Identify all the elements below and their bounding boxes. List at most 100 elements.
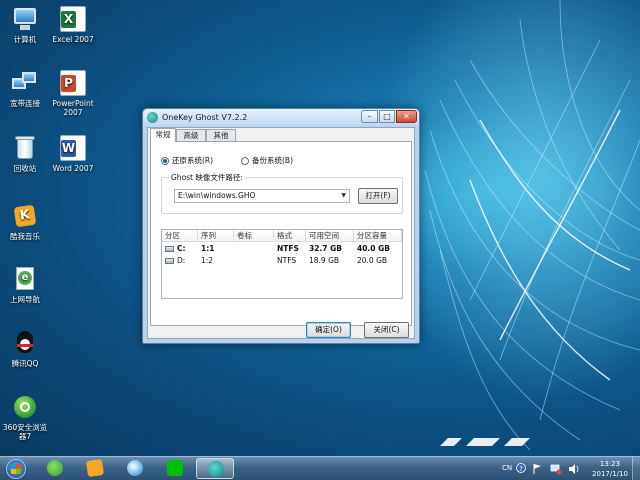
title-bar[interactable]: OneKey Ghost V7.2.2 – □ ✕ (143, 109, 419, 127)
drive-letter: D: (177, 256, 186, 265)
qq-penguin-icon (12, 330, 38, 356)
taskbar-browser[interactable] (116, 458, 154, 479)
taskbar-iqiyi[interactable] (156, 458, 194, 479)
hard-drive-icon (165, 246, 174, 252)
desktop-icon-label: Word 2007 (52, 164, 94, 173)
backup-label: 备份系统(B) (252, 156, 293, 165)
ghost-image-group-label: Ghost 映像文件路径: (169, 172, 245, 183)
sequence-cell: 1:1 (201, 244, 215, 253)
web-navigation-icon: e (12, 266, 38, 292)
powerpoint-icon: P (60, 70, 86, 96)
desktop-icon-web-nav[interactable]: e 上网导航 (1, 266, 49, 304)
clock-time: 13:23 (599, 460, 621, 468)
360-browser-icon (47, 460, 63, 476)
maximize-button[interactable]: □ (379, 110, 395, 123)
flag-notification-icon[interactable] (532, 463, 542, 480)
dropdown-arrow-icon[interactable]: ▼ (341, 190, 346, 202)
free-space-cell: 32.7 GB (309, 244, 342, 253)
backup-radio[interactable] (241, 156, 249, 165)
desktop-icon-powerpoint[interactable]: P PowerPoint 2007 (49, 70, 97, 117)
restore-radio[interactable] (161, 156, 169, 165)
desktop-icon-label: 360安全浏览器7 (2, 423, 48, 441)
desktop-icon-kuwo[interactable]: K 酷我音乐 (1, 203, 49, 241)
desktop-icon-recycle-bin[interactable]: 回收站 (1, 135, 49, 173)
desktop-icon-label: PowerPoint 2007 (52, 99, 94, 117)
table-row[interactable]: D: 1:2 NTFS 18.9 GB 20.0 GB (162, 255, 402, 267)
image-path-value: E:\win\windows.GHO (178, 191, 256, 200)
desktop-icon-label: 回收站 (13, 164, 37, 173)
taskbar: CN ? 13:23 2017/1/10 (0, 456, 640, 480)
taskbar-360-browser[interactable] (36, 458, 74, 479)
capacity-cell: 40.0 GB (357, 244, 390, 253)
ghost-app-icon (147, 112, 158, 123)
desktop-icon-broadband[interactable]: 宽带连接 (1, 70, 49, 108)
network-icon (12, 70, 38, 96)
system-clock[interactable]: 13:23 2017/1/10 (592, 459, 628, 479)
desktop-icon-label: Excel 2007 (52, 35, 94, 44)
recycle-bin-icon (12, 135, 38, 161)
computer-icon (12, 6, 38, 32)
iqiyi-icon (167, 460, 183, 476)
desktop-icon-word[interactable]: W Word 2007 (49, 135, 97, 173)
column-header[interactable]: 分区 (162, 230, 198, 242)
clock-date: 2017/1/10 (592, 470, 628, 478)
desktop-icon-label: 腾讯QQ (11, 359, 39, 368)
volume-label-cell (234, 243, 274, 255)
partition-table: 分区 序列 卷标 格式 可用空间 分区容量 C: 1:1 NTFS 32.7 G… (161, 229, 403, 299)
open-button[interactable]: 打开(F) (358, 188, 398, 204)
desktop-icon-360-browser[interactable]: 360安全浏览器7 (1, 394, 49, 441)
desktop-icon-label: 上网导航 (10, 295, 40, 304)
window-client: 常规 高级 其他 还原系统(R) 备份系统(B) Ghost 映像文件路径: E… (147, 127, 415, 339)
desktop-icon-label: 宽带连接 (10, 99, 40, 108)
desktop-icon-excel[interactable]: X Excel 2007 (49, 6, 97, 44)
close-button[interactable]: ✕ (396, 110, 417, 123)
desktop: 计算机 X Excel 2007 宽带连接 P PowerPoint 2007 … (0, 0, 640, 456)
360-browser-icon (12, 394, 38, 420)
svg-text:?: ? (519, 465, 523, 473)
minimize-button[interactable]: – (361, 110, 378, 123)
desktop-icon-computer[interactable]: 计算机 (1, 6, 49, 44)
word-icon: W (60, 135, 86, 161)
ghost-image-group: Ghost 映像文件路径: E:\win\windows.GHO ▼ 打开(F) (161, 172, 403, 214)
window-title: OneKey Ghost V7.2.2 (162, 113, 248, 122)
close-dialog-button[interactable]: 关闭(C) (364, 322, 409, 338)
table-header: 分区 序列 卷标 格式 可用空间 分区容量 (162, 230, 402, 242)
column-header[interactable]: 格式 (274, 230, 306, 242)
free-space-cell: 18.9 GB (309, 256, 340, 265)
volume-label-cell (234, 255, 274, 267)
table-row[interactable]: C: 1:1 NTFS 32.7 GB 40.0 GB (162, 243, 402, 255)
ghost-app-icon (208, 461, 224, 477)
hard-drive-icon (165, 258, 174, 264)
sequence-cell: 1:2 (201, 256, 214, 265)
column-header[interactable]: 卷标 (234, 230, 274, 242)
browser-icon (127, 460, 143, 476)
desktop-icon-label: 计算机 (13, 35, 37, 44)
format-cell: NTFS (277, 256, 297, 265)
tab-general[interactable]: 常规 (150, 128, 176, 142)
capacity-cell: 20.0 GB (357, 256, 388, 265)
desktop-icon-label: 酷我音乐 (10, 232, 40, 241)
windows-logo-icon (11, 464, 21, 474)
excel-icon: X (60, 6, 86, 32)
column-header[interactable]: 可用空间 (306, 230, 354, 242)
backup-option[interactable]: 备份系统(B) (241, 155, 293, 166)
taskbar-kugou[interactable] (76, 458, 114, 479)
volume-icon[interactable] (568, 463, 580, 480)
kuwo-music-icon (85, 458, 105, 478)
format-cell: NTFS (277, 244, 299, 253)
start-button[interactable] (4, 458, 28, 480)
drive-letter: C: (177, 244, 186, 253)
image-path-dropdown[interactable]: E:\win\windows.GHO ▼ (174, 189, 350, 203)
column-header[interactable]: 序列 (198, 230, 234, 242)
kuwo-music-icon: K (12, 203, 38, 229)
help-icon[interactable]: ? (516, 462, 526, 480)
taskbar-onekey-ghost[interactable] (196, 458, 234, 479)
restore-option[interactable]: 还原系统(R) (161, 155, 213, 166)
show-desktop-button[interactable] (632, 457, 640, 480)
language-indicator[interactable]: CN (502, 464, 512, 480)
network-status-icon[interactable] (550, 463, 562, 480)
desktop-icon-qq[interactable]: 腾讯QQ (1, 330, 49, 368)
column-header[interactable]: 分区容量 (354, 230, 402, 242)
ok-button[interactable]: 确定(O) (306, 322, 351, 338)
onekey-ghost-window: OneKey Ghost V7.2.2 – □ ✕ 常规 高级 其他 还原系统(… (142, 108, 420, 344)
